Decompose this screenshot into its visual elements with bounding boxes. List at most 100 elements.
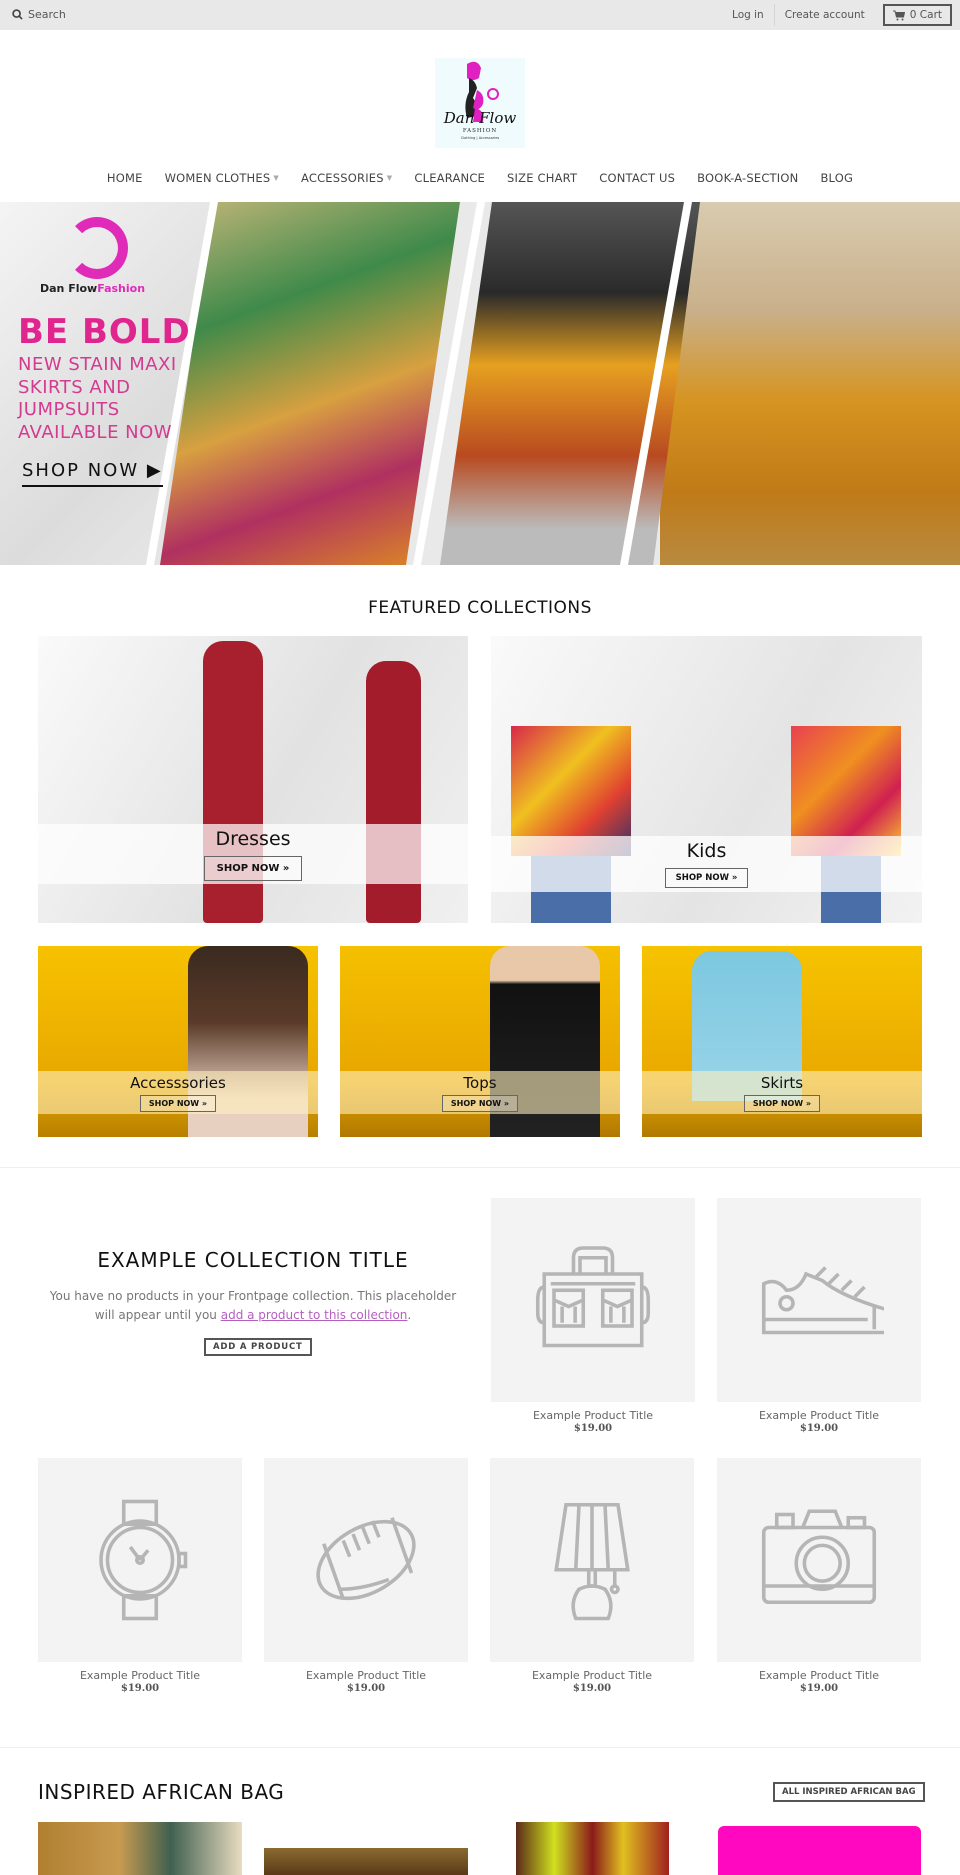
hero-photo-pair — [660, 202, 960, 565]
shop-now-button[interactable]: SHOP NOW » — [203, 855, 303, 881]
bag-product-image[interactable] — [718, 1826, 921, 1875]
collection-card-skirts[interactable]: Skirts SHOP NOW » — [642, 946, 922, 1137]
nav-item-label: CONTACT US — [599, 171, 676, 185]
nav-item-contact-us[interactable]: CONTACT US — [588, 171, 686, 185]
shop-now-button[interactable]: SHOP NOW » — [664, 868, 749, 888]
section-divider — [0, 1747, 960, 1748]
featured-title: FEATURED COLLECTIONS — [368, 598, 592, 618]
caret-down-icon: ▼ — [273, 174, 279, 182]
cart-label: 0 Cart — [909, 9, 942, 21]
nav-item-home[interactable]: HOME — [96, 171, 154, 185]
hero-brand: Dan FlowFashion — [40, 282, 145, 295]
bag-icon — [535, 1246, 651, 1348]
nav-item-women-clothes[interactable]: WOMEN CLOTHES ▼ — [154, 171, 290, 185]
login-link[interactable]: Log in — [722, 9, 774, 21]
lamp-icon — [554, 1502, 630, 1621]
football-icon — [316, 1517, 416, 1601]
caret-down-icon: ▼ — [386, 174, 393, 182]
nav-item-label: WOMEN CLOTHES — [164, 171, 271, 185]
add-product-button[interactable]: ADD A PRODUCT — [204, 1338, 312, 1356]
product-image[interactable] — [490, 1458, 694, 1662]
logo-sub: Clothing | Accessories — [461, 136, 500, 140]
product-card[interactable]: Example Product Title $19.00 — [717, 1458, 921, 1694]
nav-item-label: BLOG — [820, 171, 854, 185]
collection-card-kids[interactable]: Kids SHOP NOW » — [491, 636, 922, 923]
hero-shop-now-link[interactable]: SHOP NOW ▶ — [22, 460, 163, 487]
nav-item-blog[interactable]: BLOG — [809, 171, 864, 185]
nav-item-accessories[interactable]: ACCESSORIES ▼ — [290, 171, 403, 185]
bag-product-image[interactable] — [516, 1822, 669, 1875]
create-account-link[interactable]: Create account — [775, 9, 875, 21]
product-price: $19.00 — [120, 1683, 160, 1694]
product-title[interactable]: Example Product Title — [717, 1409, 921, 1422]
logo-tagline: FASHION — [463, 128, 497, 134]
product-image[interactable] — [717, 1198, 921, 1402]
nav-item-size-chart[interactable]: SIZE CHART — [496, 171, 588, 185]
hero-brand-a: Dan Flow — [40, 282, 98, 295]
search-icon — [12, 9, 23, 20]
nav-item-label: HOME — [106, 171, 143, 185]
bag-section-title: INSPIRED AFRICAN BAG — [38, 1780, 285, 1804]
collection-label: Skirts — [760, 1073, 804, 1092]
collection-card-accesssories[interactable]: Accesssories SHOP NOW » — [38, 946, 318, 1137]
product-card[interactable]: Example Product Title $19.00 — [717, 1198, 921, 1434]
text-after: . — [407, 1308, 412, 1322]
logo-name: Dan Flow — [443, 109, 517, 127]
collection-label: Dresses — [215, 827, 291, 850]
hero-headline: BE BOLD — [18, 312, 191, 352]
product-title[interactable]: Example Product Title — [717, 1669, 921, 1682]
product-card[interactable]: Example Product Title $19.00 — [490, 1458, 694, 1694]
collection-card-tops[interactable]: Tops SHOP NOW » — [340, 946, 620, 1137]
collection-label: Kids — [686, 840, 727, 862]
product-price: $19.00 — [799, 1423, 839, 1434]
add-product-link[interactable]: add a product to this collection — [221, 1308, 408, 1322]
sneaker-icon — [761, 1266, 884, 1335]
shop-now-button[interactable]: SHOP NOW » — [441, 1094, 519, 1112]
all-bags-button[interactable]: ALL INSPIRED AFRICAN BAG — [773, 1782, 925, 1802]
product-image[interactable] — [717, 1458, 921, 1662]
product-title[interactable]: Example Product Title — [264, 1669, 468, 1682]
hero-banner[interactable]: Dan FlowFashion BE BOLD NEW STAIN MAXI S… — [0, 202, 960, 565]
cart-button[interactable]: 0 Cart — [882, 4, 952, 26]
cart-icon — [892, 10, 905, 20]
shop-now-button[interactable]: SHOP NOW » — [743, 1094, 821, 1112]
nav-item-label: BOOK-A-SECTION — [697, 171, 799, 185]
product-price: $19.00 — [573, 1423, 613, 1434]
collection-label: Tops — [463, 1073, 497, 1092]
example-collection-title: EXAMPLE COLLECTION TITLE — [97, 1248, 409, 1272]
main-nav: HOME WOMEN CLOTHES ▼ ACCESSORIES ▼ CLEARANCE S… — [0, 171, 960, 185]
hero-subtext: NEW STAIN MAXI SKIRTS AND JUMPSUITS AVAI… — [18, 354, 177, 443]
section-divider — [0, 1167, 960, 1168]
camera-icon — [761, 1509, 877, 1605]
product-card[interactable]: Example Product Title $19.00 — [264, 1458, 468, 1694]
product-price: $19.00 — [346, 1683, 386, 1694]
play-triangle-icon: ▶ — [146, 460, 163, 481]
logo-figure-icon: Dan Flow FASHION Clothing | Accessories — [443, 61, 517, 140]
search-link[interactable]: Search — [12, 8, 66, 21]
bag-product-image[interactable] — [38, 1822, 242, 1875]
product-card[interactable]: Example Product Title $19.00 — [491, 1198, 695, 1434]
bag-product-image[interactable] — [264, 1848, 468, 1875]
search-label: Search — [28, 8, 66, 21]
hero-d-logo-icon — [66, 217, 128, 279]
product-title[interactable]: Example Product Title — [490, 1669, 694, 1682]
example-collection-text: You have no products in your Frontpage c… — [38, 1287, 468, 1325]
product-price: $19.00 — [572, 1683, 612, 1694]
collection-label: Accesssories — [130, 1073, 226, 1092]
nav-item-clearance[interactable]: CLEARANCE — [403, 171, 496, 185]
product-image[interactable] — [38, 1458, 242, 1662]
nav-item-book-a-section[interactable]: BOOK-A-SECTION — [686, 171, 809, 185]
product-title[interactable]: Example Product Title — [38, 1669, 242, 1682]
product-title[interactable]: Example Product Title — [491, 1409, 695, 1422]
nav-item-label: CLEARANCE — [414, 171, 486, 185]
hero-brand-b: Fashion — [97, 282, 146, 295]
product-image[interactable] — [491, 1198, 695, 1402]
top-bar: Search Log in Create account 0 Cart — [0, 0, 960, 30]
product-price: $19.00 — [799, 1683, 839, 1694]
shop-now-button[interactable]: SHOP NOW » — [139, 1094, 217, 1112]
product-card[interactable]: Example Product Title $19.00 — [38, 1458, 242, 1694]
nav-item-label: SIZE CHART — [507, 171, 578, 185]
collection-card-dresses[interactable]: Dresses SHOP NOW » — [38, 636, 468, 923]
store-logo[interactable]: Dan Flow FASHION Clothing | Accessories — [435, 58, 525, 148]
product-image[interactable] — [264, 1458, 468, 1662]
